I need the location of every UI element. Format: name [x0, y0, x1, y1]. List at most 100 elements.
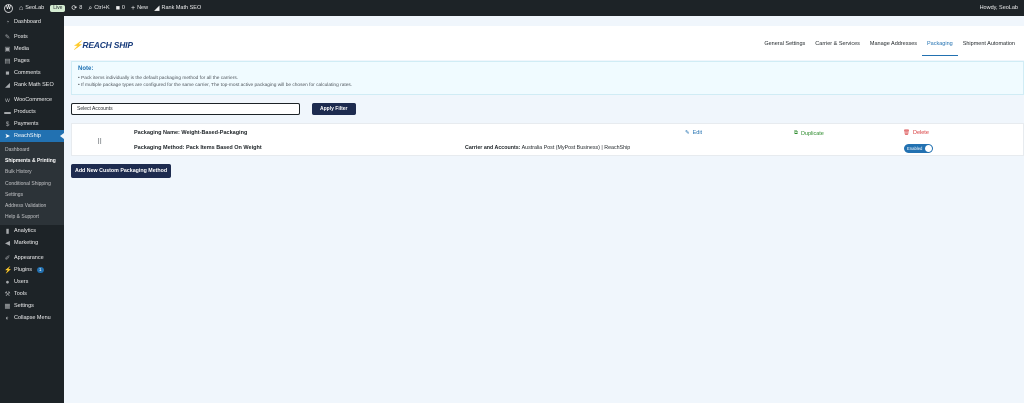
ship-icon: ➤ [4, 133, 11, 140]
note-title: Note: [78, 66, 94, 72]
submenu-shipments[interactable]: Shipments & Printing [0, 155, 64, 166]
logo-text: REACH SHIP [82, 40, 133, 50]
comment-icon: ■ [115, 4, 120, 12]
menu-label: Dashboard [14, 19, 41, 25]
menu-label: Media [14, 46, 29, 52]
toggle-label: Enabled [907, 146, 923, 151]
menu-label: Rank Math SEO [14, 82, 54, 88]
search-icon: ⌕ [88, 4, 93, 12]
note-line: • Pack items individually is the default… [78, 76, 239, 81]
enabled-toggle[interactable]: Enabled [904, 144, 933, 153]
filter-row: Select Accounts Apply Filter [71, 103, 356, 115]
submenu-dashboard[interactable]: Dashboard [0, 144, 64, 155]
new-content-link[interactable]: + New [131, 5, 148, 12]
menu-products[interactable]: ▬ Products [0, 106, 64, 118]
menu-media[interactable]: ▣ Media [0, 43, 64, 55]
menu-rankmath[interactable]: ◢ Rank Math SEO [0, 79, 64, 91]
info-note: Note: • Pack items individually is the d… [71, 61, 1024, 95]
tab-carrier-services[interactable]: Carrier & Services [810, 40, 865, 56]
rankmath-link[interactable]: ◢ Rank Math SEO [154, 5, 201, 12]
comments-count: 0 [121, 5, 125, 11]
reachship-submenu: Dashboard Shipments & Printing Bulk Hist… [0, 142, 64, 226]
menu-reachship[interactable]: ➤ ReachShip [0, 130, 64, 142]
updates-count: 8 [79, 5, 83, 11]
menu-analytics[interactable]: ▮ Analytics [0, 225, 64, 237]
menu-settings[interactable]: ▦ Settings [0, 300, 64, 312]
menu-pages[interactable]: ▤ Pages [0, 55, 64, 67]
carrier-accounts: Carrier and Accounts: Australia Post (My… [465, 145, 631, 151]
media-icon: ▣ [4, 46, 11, 53]
menu-collapse[interactable]: ◐ Collapse Menu [0, 312, 64, 324]
menu-plugins[interactable]: ⚡ Plugins 1 [0, 264, 64, 276]
add-custom-packaging-button[interactable]: Add New Custom Packaging Method [71, 164, 172, 178]
toggle-knob [925, 145, 932, 152]
collapse-icon: ◐ [5, 314, 10, 322]
reachship-logo: ⚡REACH SHIP [72, 40, 133, 51]
updates-icon: ⟳ [71, 4, 78, 12]
page-icon: ▤ [4, 58, 11, 65]
submenu-conditional-shipping[interactable]: Conditional Shipping [0, 178, 64, 189]
menu-label: Plugins [14, 267, 33, 274]
settings-tabs: General Settings Carrier & Services Mana… [759, 40, 1020, 56]
plugin-header: ⚡REACH SHIP General Settings Carrier & S… [64, 26, 1024, 60]
howdy-user[interactable]: Howdy, SeoLab [980, 5, 1018, 11]
submenu-bulk-history[interactable]: Bulk History [0, 167, 64, 178]
menu-tools[interactable]: ⚒ Tools [0, 288, 64, 300]
home-icon: ⌂ [19, 4, 24, 12]
submenu-settings[interactable]: Settings [0, 189, 64, 200]
edit-icon: ✎ [685, 130, 690, 136]
menu-posts[interactable]: ✎ Posts [0, 31, 64, 43]
menu-label: Tools [14, 291, 27, 298]
tab-packaging[interactable]: Packaging [922, 40, 958, 56]
command-search[interactable]: ⌕ Ctrl+K [88, 5, 109, 12]
drag-handle-icon[interactable]: ⠿ [97, 138, 102, 146]
tab-general-settings[interactable]: General Settings [759, 40, 810, 56]
main-content: ⚡REACH SHIP General Settings Carrier & S… [64, 16, 1024, 403]
menu-comments[interactable]: ■ Comments [0, 67, 64, 79]
submenu-address-validation[interactable]: Address Validation [0, 200, 64, 211]
tab-manage-addresses[interactable]: Manage Addresses [865, 40, 922, 56]
menu-label: Products [14, 109, 36, 115]
chart-icon: ◢ [5, 82, 10, 89]
rankmath-icon: ◢ [154, 4, 160, 12]
menu-woocommerce[interactable]: w WooCommerce [0, 94, 64, 106]
accounts-select[interactable]: Select Accounts [71, 103, 300, 115]
dashboard-icon: ◔ [5, 18, 10, 26]
comments-link[interactable]: ■ 0 [116, 5, 125, 12]
logo-mark-icon: ⚡ [72, 40, 83, 50]
note-text: Pack items individually is the default p… [81, 76, 239, 81]
megaphone-icon: ◀ [5, 240, 10, 248]
menu-label: Appearance [14, 255, 44, 262]
site-name: SeoLab [25, 5, 45, 11]
plus-icon: + [130, 4, 136, 12]
bar-chart-icon: ▮ [5, 228, 10, 236]
updates-link[interactable]: ⟳ 8 [71, 5, 82, 12]
wordpress-logo-icon[interactable]: W [4, 3, 13, 13]
menu-label: Marketing [14, 240, 39, 247]
plug-icon: ⚡ [4, 267, 13, 275]
delete-button[interactable]: 🗑 Delete [903, 130, 929, 136]
menu-users[interactable]: ● Users [0, 276, 64, 288]
woo-icon: w [5, 96, 10, 104]
menu-marketing[interactable]: ◀ Marketing [0, 237, 64, 249]
menu-label: Comments [14, 70, 41, 76]
menu-payments[interactable]: $ Payments [0, 118, 64, 130]
menu-label: Users [14, 279, 29, 286]
duplicate-button[interactable]: ⧉ Duplicate [794, 130, 824, 137]
tab-shipment-automation[interactable]: Shipment Automation [958, 40, 1020, 56]
wrench-icon: ⚒ [4, 291, 11, 299]
menu-dashboard[interactable]: ◔ Dashboard [0, 16, 64, 28]
plugins-update-badge: 1 [37, 267, 44, 274]
site-name-link[interactable]: ⌂ SeoLab [19, 5, 44, 12]
menu-appearance[interactable]: ✐ Appearance [0, 252, 64, 264]
rankmath-label: Rank Math SEO [161, 5, 202, 11]
settings-icon: ▦ [4, 303, 11, 311]
menu-label: Settings [14, 303, 34, 310]
menu-label: Posts [14, 34, 28, 40]
edit-button[interactable]: ✎ Edit [685, 130, 702, 136]
apply-filter-button[interactable]: Apply Filter [312, 103, 356, 115]
dollar-icon: $ [5, 120, 10, 128]
submenu-help-support[interactable]: Help & Support [0, 212, 64, 223]
packaging-method: Packaging Method: Pack Items Based On We… [134, 145, 262, 151]
menu-label: Pages [14, 58, 30, 64]
